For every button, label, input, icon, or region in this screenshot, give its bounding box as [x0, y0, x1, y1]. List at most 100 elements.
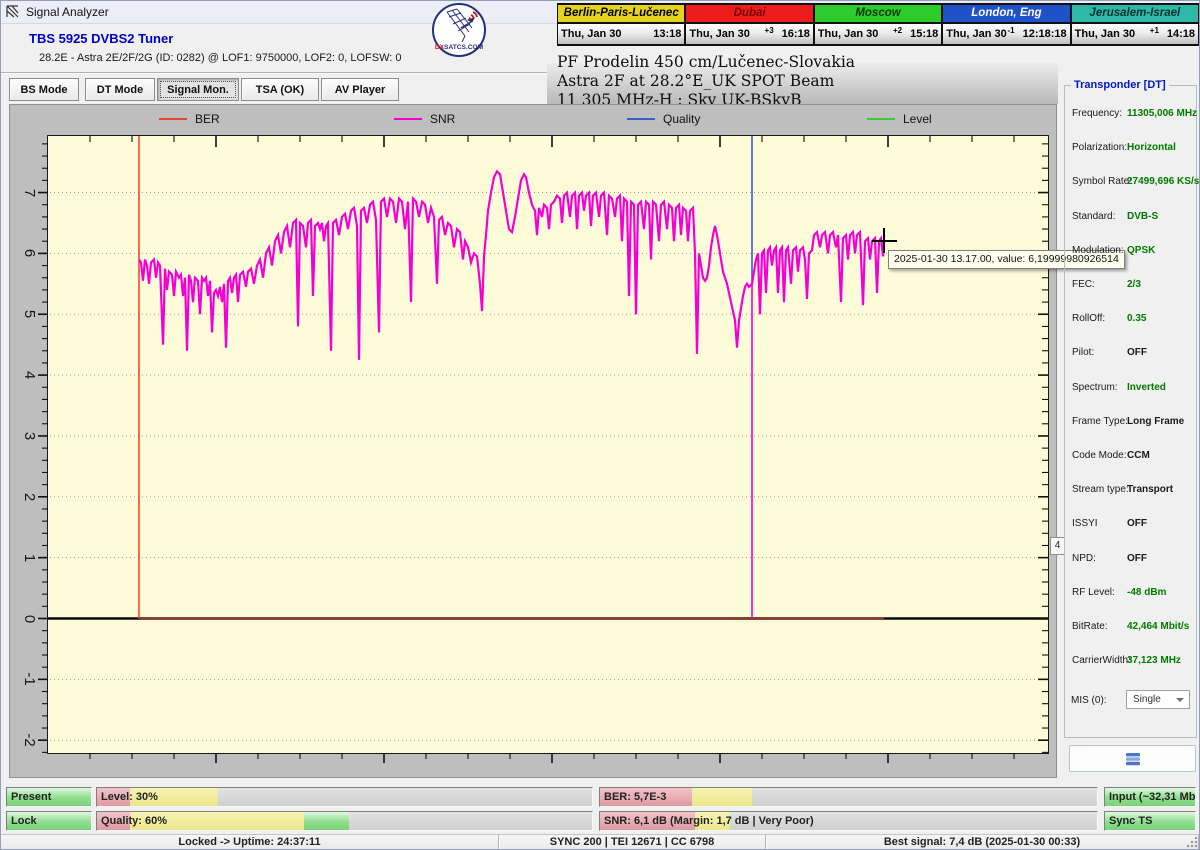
resize-grip[interactable]: [1186, 836, 1198, 848]
transponder-value: -48 dBm: [1127, 587, 1166, 598]
clock-datetime: Thu, Jan 30-112:18:18: [943, 24, 1069, 44]
transponder-value: OFF: [1127, 518, 1147, 529]
present-label: Present: [11, 788, 51, 806]
transponder-row-npd-: NPD: OFF: [1065, 553, 1196, 567]
legend-item-ber: BER: [159, 112, 220, 126]
legend-item-snr: SNR: [394, 112, 455, 126]
clock-berlin-paris-lu-enec: Berlin-Paris-LučenecThu, Jan 3013:18: [557, 3, 686, 46]
legend-label: BER: [195, 112, 220, 126]
clock-date: Thu, Jan 30: [1075, 28, 1136, 40]
legend-line-swatch: [159, 118, 187, 120]
clock-city-label: London, Eng: [943, 5, 1069, 24]
transponder-row-standard-: Standard:DVB-S: [1065, 211, 1196, 225]
mis-selected-value: Single: [1133, 694, 1161, 705]
clock-time: 16:18: [782, 28, 810, 40]
clock-dubai: DubaiThu, Jan 30+316:18: [685, 3, 814, 46]
transponder-row-code-mode-: Code Mode:CCM: [1065, 450, 1196, 464]
clock-date: Thu, Jan 30: [561, 28, 622, 40]
transponder-label: CarrierWidth:: [1072, 655, 1131, 666]
y-axis-label-0: 0: [19, 609, 39, 629]
status-lock-uptime: Locked -> Uptime: 24:37:11: [1, 835, 499, 850]
transponder-row-polarization-: Polarization:Horizontal: [1065, 142, 1196, 156]
transponder-row-stream-type-: Stream type:Transport: [1065, 484, 1196, 498]
transponder-value: OFF: [1127, 347, 1147, 358]
clock-datetime: Thu, Jan 3013:18: [558, 24, 684, 44]
transponder-value: 27499,696 KS/s: [1127, 176, 1199, 187]
legend-line-swatch: [394, 118, 422, 120]
clock-city-label: Jerusalem-Israel: [1072, 5, 1198, 24]
clock-utc-offset: +3: [750, 26, 782, 35]
mode-button-av-player[interactable]: AV Player: [321, 78, 399, 101]
transponder-label: NPD:: [1072, 553, 1096, 564]
clock-city-label: Dubai: [686, 5, 812, 24]
legend-label: Level: [903, 112, 932, 126]
transponder-label: Stream type:: [1072, 484, 1129, 495]
mode-button-bs-mode[interactable]: BS Mode: [9, 78, 79, 101]
transponder-label: BitRate:: [1072, 621, 1108, 632]
input-label: Input (~32,31 Mbps): [1109, 788, 1196, 806]
transponder-row-bitrate-: BitRate:42,464 Mbit/s: [1065, 621, 1196, 635]
y-axis-label--1: -1: [19, 669, 39, 689]
level-bar: Level: 30%: [96, 787, 593, 807]
mode-button-signal-mon-[interactable]: Signal Mon.: [157, 78, 239, 101]
mode-button-tsa-ok-[interactable]: TSA (OK): [241, 78, 319, 101]
snr-trace: [139, 171, 884, 360]
tuner-details: 28.2E - Astra 2E/2F/2G (ID: 0282) @ LOF1…: [39, 52, 402, 64]
mis-dropdown[interactable]: Single: [1126, 690, 1190, 709]
clock-utc-offset: +1: [1135, 26, 1167, 35]
legend-line-swatch: [627, 118, 655, 120]
transponder-label: Symbol Rate:: [1072, 176, 1132, 187]
transponder-row-frame-type-: Frame Type:Long Frame: [1065, 416, 1196, 430]
transponder-row-modulation-: Modulation:QPSK: [1065, 245, 1196, 259]
transponder-label: Code Mode:: [1072, 450, 1126, 461]
clock-london-eng: London, EngThu, Jan 30-112:18:18: [942, 3, 1071, 46]
legend-label: Quality: [663, 112, 700, 126]
transponder-label: Polarization:: [1072, 142, 1127, 153]
y-axis-label-2: 2: [19, 487, 39, 507]
info-line-antenna: PF Prodelin 450 cm/Lučenec-Slovakia: [557, 53, 1057, 72]
sync-ts-label: Sync TS: [1109, 812, 1152, 830]
sync-ts-indicator: Sync TS: [1104, 811, 1196, 831]
legend-label: SNR: [430, 112, 455, 126]
transponder-value: OFF: [1127, 553, 1147, 564]
signal-analyzer-window: Signal Analyzer TBS 5925 DVBS2 Tuner 28.…: [0, 0, 1200, 850]
transponder-value: CCM: [1127, 450, 1150, 461]
transponder-label: ISSYI: [1072, 518, 1098, 529]
clock-utc-offset: -1: [1007, 26, 1023, 35]
transponder-title: Transponder [DT]: [1071, 79, 1169, 91]
input-indicator: Input (~32,31 Mbps): [1104, 787, 1196, 807]
chevron-down-icon: [1176, 698, 1184, 702]
transponder-value: Horizontal: [1127, 142, 1176, 153]
stacked-data-icon: [1124, 751, 1142, 767]
y-axis-label-5: 5: [19, 304, 39, 324]
transponder-groupbox: Transponder [DT] Frequency:11305,006 MHz…: [1064, 85, 1197, 738]
legend-line-swatch: [867, 118, 895, 120]
clock-city-label: Moscow: [815, 5, 941, 24]
transponder-value: 2/3: [1127, 279, 1141, 290]
status-bar: Locked -> Uptime: 24:37:11 SYNC 200 | TE…: [1, 834, 1199, 850]
transponder-row-rolloff-: RollOff:0.35: [1065, 313, 1196, 327]
clock-datetime: Thu, Jan 30+316:18: [686, 24, 812, 44]
signal-chart[interactable]: [48, 136, 1048, 753]
y-axis-label-3: 3: [19, 426, 39, 446]
clock-date: Thu, Jan 30: [818, 28, 879, 40]
clock-jerusalem-israel: Jerusalem-IsraelThu, Jan 30+114:18: [1071, 3, 1200, 46]
legend-item-quality: Quality: [627, 112, 700, 126]
clock-date: Thu, Jan 30: [946, 28, 1007, 40]
mode-button-dt-mode[interactable]: DT Mode: [85, 78, 155, 101]
transponder-row-rf-level-: RF Level: -48 dBm: [1065, 587, 1196, 601]
window-title: Signal Analyzer: [26, 5, 109, 19]
ber-bar: BER: 5,7E-3: [599, 787, 1098, 807]
info-line-satellite: Astra 2F at 28.2°E_UK SPOT Beam: [557, 72, 1057, 91]
world-clocks: Berlin-Paris-LučenecThu, Jan 3013:18Duba…: [558, 3, 1200, 46]
dxsatcs-logo: DXSATCS.COM: [432, 3, 486, 57]
snr-bar: SNR: 6,1 dB (Margin: 1,7 dB | Very Poor): [599, 811, 1098, 831]
legend-item-level: Level: [867, 112, 932, 126]
transponder-row-pilot-: Pilot:OFF: [1065, 347, 1196, 361]
header-separator: [1, 72, 547, 74]
transponder-label: FEC:: [1072, 279, 1095, 290]
export-button[interactable]: [1069, 745, 1196, 772]
quality-bar: Quality: 60%: [96, 811, 593, 831]
app-dish-icon: [6, 5, 20, 19]
transponder-label: RF Level:: [1072, 587, 1115, 598]
